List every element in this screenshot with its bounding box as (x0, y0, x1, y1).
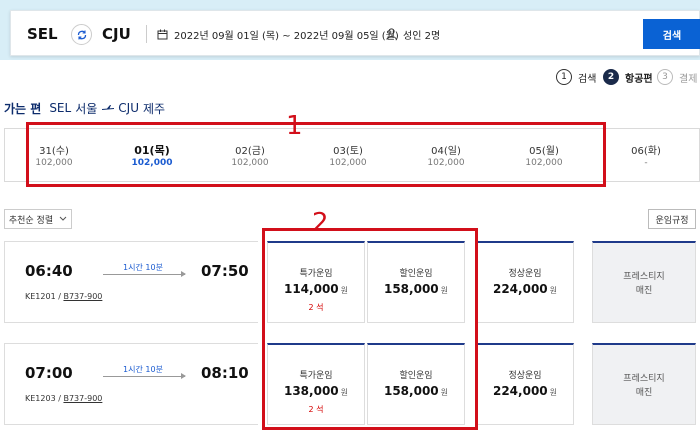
leg-to-code: CJU (118, 101, 139, 115)
fare-price: 158,000 원 (383, 384, 449, 398)
aircraft-link[interactable]: B737-900 (63, 394, 102, 403)
leg-from-city: 서울 (75, 101, 98, 116)
fare-price: 114,000 원 (283, 282, 349, 296)
route-arrow (103, 271, 186, 277)
fare-name: 프레스티지 (623, 272, 665, 282)
divider (146, 25, 147, 43)
destination-code[interactable]: CJU (102, 11, 131, 57)
person-icon (386, 28, 397, 40)
fare-name: 정상운임 (508, 371, 542, 381)
fare-name: 특가운임 (299, 371, 333, 381)
date-tab[interactable]: 05(월) 102,000 (495, 129, 593, 183)
date-tab[interactable]: 06(화) - (597, 129, 695, 183)
plane-icon (102, 105, 115, 110)
date-label: 02(금) (235, 146, 265, 157)
flight-info: 06:40 1시간 10분 07:50 KE1201 / B737-900 (4, 241, 258, 323)
date-tab[interactable]: 31(수) 102,000 (5, 129, 103, 183)
step-number: 3 (657, 69, 673, 85)
date-range-field[interactable]: 2022년 09월 01일 (목) ~ 2022년 09월 05일 (월) (157, 11, 399, 57)
date-label: 06(화) (631, 146, 661, 157)
fare-price: 224,000 원 (492, 282, 558, 296)
annotation-number-2: 2 (312, 208, 329, 238)
calendar-icon (157, 29, 168, 39)
fare-special[interactable]: 특가운임 138,000 원 2 석 (267, 343, 365, 425)
date-price: 102,000 (35, 158, 73, 168)
step-number: 1 (556, 69, 572, 85)
fare-special[interactable]: 특가운임 114,000 원 2 석 (267, 241, 365, 323)
date-price: - (644, 158, 648, 168)
depart-time: 07:00 (25, 364, 73, 382)
search-bar: SEL CJU 2022년 09월 01일 (목) ~ 2022년 09월 05… (10, 10, 700, 56)
step-label: 항공편 (625, 73, 653, 85)
date-price: 102,000 (131, 158, 173, 168)
sort-dropdown[interactable]: 추천순 정렬 (4, 209, 72, 229)
fare-name: 할인운임 (399, 371, 433, 381)
date-price: 102,000 (525, 158, 563, 168)
fare-rules-button[interactable]: 운임규정 (648, 209, 696, 229)
flight-duration: 1시간 10분 (123, 365, 163, 374)
date-tab-selected[interactable]: 01(목) 102,000 (103, 129, 201, 183)
flight-duration: 1시간 10분 (123, 263, 163, 272)
fare-discount[interactable]: 할인운임 158,000 원 (367, 241, 465, 323)
date-selector: 31(수) 102,000 01(목) 102,000 02(금) 102,00… (4, 128, 700, 182)
passenger-text: 성인 2명 (403, 30, 441, 42)
step-number: 2 (603, 69, 619, 85)
flight-number: KE1203 / B737-900 (25, 394, 103, 403)
swap-route-button[interactable] (71, 24, 92, 45)
date-price: 102,000 (231, 158, 269, 168)
fare-price: 138,000 원 (283, 384, 349, 398)
flight-info: 07:00 1시간 10분 08:10 KE1203 / B737-900 (4, 343, 258, 425)
date-tab[interactable]: 02(금) 102,000 (201, 129, 299, 183)
flight-code: KE1203 (25, 394, 56, 403)
date-label: 04(일) (431, 146, 461, 157)
date-range-text: 2022년 09월 01일 (목) ~ 2022년 09월 05일 (월) (174, 30, 399, 42)
step-label: 검색 (578, 73, 597, 85)
flight-code: KE1201 (25, 292, 56, 301)
date-price: 102,000 (329, 158, 367, 168)
seats-left: 2 석 (308, 303, 324, 312)
step-search: 1 검색 (556, 68, 596, 86)
fare-normal[interactable]: 정상운임 224,000 원 (476, 343, 574, 425)
fare-price: 158,000 원 (383, 282, 449, 296)
fare-prestige: 프레스티지 매진 (592, 241, 696, 323)
fare-name: 특가운임 (299, 269, 333, 279)
date-label: 05(월) (529, 146, 559, 157)
aircraft-link[interactable]: B737-900 (63, 292, 102, 301)
step-payment: 3 결제 (657, 68, 697, 86)
sold-out-label: 매진 (635, 388, 653, 398)
sort-label: 추천순 정렬 (8, 215, 54, 226)
fare-prestige: 프레스티지 매진 (592, 343, 696, 425)
fare-discount[interactable]: 할인운임 158,000 원 (367, 343, 465, 425)
depart-time: 06:40 (25, 262, 73, 280)
route-arrow (103, 373, 186, 379)
step-flights: 2 항공편 (603, 68, 653, 86)
flight-number: KE1201 / B737-900 (25, 292, 103, 301)
date-label: 01(목) (134, 144, 170, 157)
leg-from-code: SEL (49, 101, 72, 115)
fare-price: 224,000 원 (492, 384, 558, 398)
sold-out-label: 매진 (635, 286, 653, 296)
annotation-number-1: 1 (286, 111, 303, 141)
date-label: 31(수) (39, 146, 69, 157)
seats-left: 2 석 (308, 405, 324, 414)
arrive-time: 08:10 (201, 364, 249, 382)
leg-title: 가는 편 SEL 서울 CJU 제주 (4, 100, 169, 116)
date-price: 102,000 (427, 158, 465, 168)
date-tab[interactable]: 03(토) 102,000 (299, 129, 397, 183)
passenger-field[interactable]: 성인 2명 (386, 11, 440, 57)
date-tab[interactable]: 04(일) 102,000 (397, 129, 495, 183)
origin-code[interactable]: SEL (27, 11, 58, 57)
date-label: 03(토) (333, 146, 363, 157)
fare-name: 정상운임 (508, 269, 542, 279)
fare-name: 프레스티지 (623, 374, 665, 384)
leg-label: 가는 편 (4, 101, 42, 116)
swap-icon (77, 30, 86, 39)
fare-name: 할인운임 (399, 269, 433, 279)
arrive-time: 07:50 (201, 262, 249, 280)
chevron-down-icon (59, 216, 67, 221)
leg-to-city: 제주 (143, 101, 166, 116)
step-label: 결제 (679, 73, 698, 85)
search-button[interactable]: 검색 (643, 19, 700, 49)
fare-normal[interactable]: 정상운임 224,000 원 (476, 241, 574, 323)
